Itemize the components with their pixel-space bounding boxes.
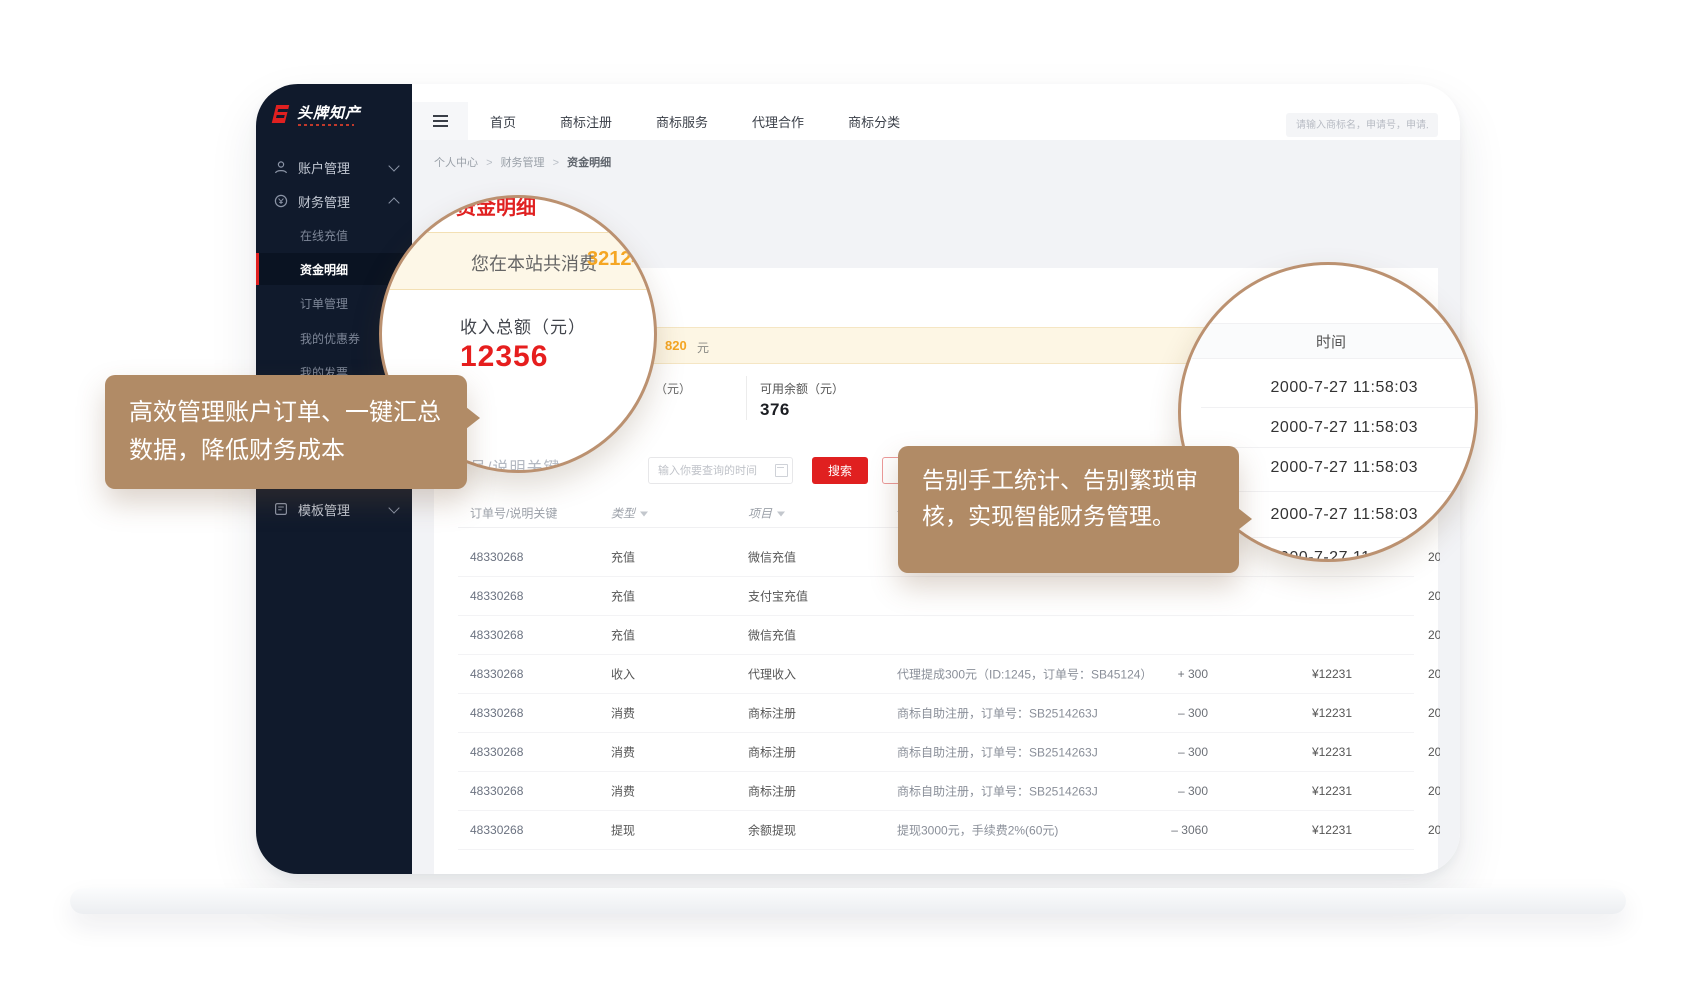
- table-row[interactable]: 48330268 充值 微信充值 2000-7-27 11:58:03: [458, 615, 1414, 655]
- callout-arrow-icon: [1238, 508, 1252, 530]
- calendar-icon[interactable]: [775, 464, 788, 477]
- hamburger-menu-icon[interactable]: [412, 102, 468, 140]
- sidebar-item-finance[interactable]: 财务管理: [256, 186, 412, 216]
- sidebar-item-template[interactable]: 模板管理: [256, 494, 412, 524]
- table-row[interactable]: 48330268 提现 余额提现 提现3000元，手续费2%(60元) – 30…: [458, 810, 1414, 850]
- col-header-project[interactable]: 项目: [748, 505, 785, 522]
- sidebar-item-label: 财务管理: [298, 192, 350, 211]
- row-divider: [1201, 537, 1475, 538]
- table-row[interactable]: 48330268 消费 商标注册 商标自助注册，订单号：SB2514263J –…: [458, 732, 1414, 772]
- available-balance-value: 376: [760, 400, 790, 420]
- breadcrumb-separator: >: [553, 157, 559, 169]
- date-query-input[interactable]: [648, 457, 793, 484]
- row-divider: [1201, 447, 1475, 448]
- callout-arrow-icon: [466, 407, 480, 429]
- chevron-down-icon: [388, 160, 399, 171]
- chevron-up-icon: [388, 197, 399, 208]
- magnified-income-value: 12356: [460, 340, 548, 374]
- sidebar-item-label: 模板管理: [298, 500, 350, 519]
- nav-item-trademark-service[interactable]: 商标服务: [656, 112, 708, 131]
- search-button[interactable]: 搜索: [812, 457, 868, 484]
- magnified-tab-label: 资金明细: [456, 195, 536, 220]
- magnified-income-label: 收入总额（元）: [460, 313, 586, 338]
- col-header-order: 订单号/说明关键: [470, 505, 557, 522]
- magnified-time-cell: 2000-7-27 11:58:03: [1271, 379, 1418, 397]
- brand-logo[interactable]: 头牌知产: [272, 104, 361, 124]
- sort-caret-icon: [777, 512, 785, 517]
- breadcrumb-fund-detail: 资金明细: [567, 157, 611, 169]
- magnified-consumption-banner: 您在本站共消费 32124: [379, 232, 657, 290]
- magnified-time-cell: 2000-7-27 11:58:03: [1271, 506, 1418, 524]
- callout-right-text: 告别手工统计、告别繁琐审核，实现智能财务管理。: [922, 467, 1198, 529]
- nav-item-trademark-register[interactable]: 商标注册: [560, 112, 612, 131]
- breadcrumb-separator: >: [486, 157, 492, 169]
- page: 头牌知产 账户管理 财务管理 在线充值 资金明细: [0, 0, 1696, 1002]
- brand-name: 头牌知产: [297, 104, 361, 124]
- table-row[interactable]: 48330268 消费 商标注册 商标自助注册，订单号：SB2514263J –…: [458, 771, 1414, 811]
- template-icon: [274, 502, 288, 516]
- magnified-time-cell: 2000-7-27 11:58:03: [1271, 459, 1418, 477]
- row-divider: [1201, 407, 1475, 408]
- laptop-base: [70, 888, 1626, 914]
- breadcrumb: 个人中心 > 财务管理 > 资金明细: [434, 154, 611, 170]
- brand-logo-subline: [298, 124, 354, 126]
- stats-divider: [746, 376, 747, 420]
- callout-right: 告别手工统计、告别繁琐审核，实现智能财务管理。: [898, 446, 1239, 573]
- brand-logo-icon: [272, 104, 292, 124]
- banner-unit: 元: [697, 339, 709, 356]
- table-row[interactable]: 48330268 消费 商标注册 商标自助注册，订单号：SB2514263J –…: [458, 693, 1414, 733]
- spend-total-label: （元）: [655, 380, 691, 397]
- nav-item-home[interactable]: 首页: [490, 112, 516, 131]
- callout-left-text: 高效管理账户订单、一键汇总数据，降低财务成本: [129, 399, 441, 464]
- table-row[interactable]: 48330268 收入 代理收入 代理提成300元（ID:1245，订单号：SB…: [458, 654, 1414, 694]
- sidebar-item-label: 账户管理: [298, 158, 350, 177]
- magnified-time-column-header: 时间: [1181, 323, 1478, 359]
- user-icon: [274, 160, 288, 174]
- breadcrumb-finance[interactable]: 财务管理: [501, 157, 545, 169]
- callout-left: 高效管理账户订单、一键汇总数据，降低财务成本: [105, 375, 467, 489]
- col-header-type[interactable]: 类型: [611, 505, 648, 522]
- top-navbar: 首页 商标注册 商标服务 代理合作 商标分类: [412, 102, 1460, 140]
- available-balance-label: 可用余额（元）: [760, 380, 844, 397]
- sort-caret-icon: [640, 512, 648, 517]
- row-divider: [1201, 491, 1475, 492]
- banner-amount: 820: [665, 338, 687, 353]
- top-nav-list: 首页 商标注册 商标服务 代理合作 商标分类: [490, 112, 900, 131]
- breadcrumb-personal-center[interactable]: 个人中心: [434, 157, 478, 169]
- nav-item-agent-cooperation[interactable]: 代理合作: [752, 112, 804, 131]
- finance-icon: [274, 194, 288, 208]
- nav-item-trademark-category[interactable]: 商标分类: [848, 112, 900, 131]
- trademark-search-input[interactable]: [1286, 113, 1438, 137]
- chevron-down-icon: [388, 502, 399, 513]
- sidebar-item-account[interactable]: 账户管理: [256, 152, 412, 182]
- magnified-time-cell: 2000-7-27 11:58:03: [1271, 419, 1418, 437]
- table-row[interactable]: 48330268 充值 支付宝充值 2000-7-27 11:58:03: [458, 576, 1414, 616]
